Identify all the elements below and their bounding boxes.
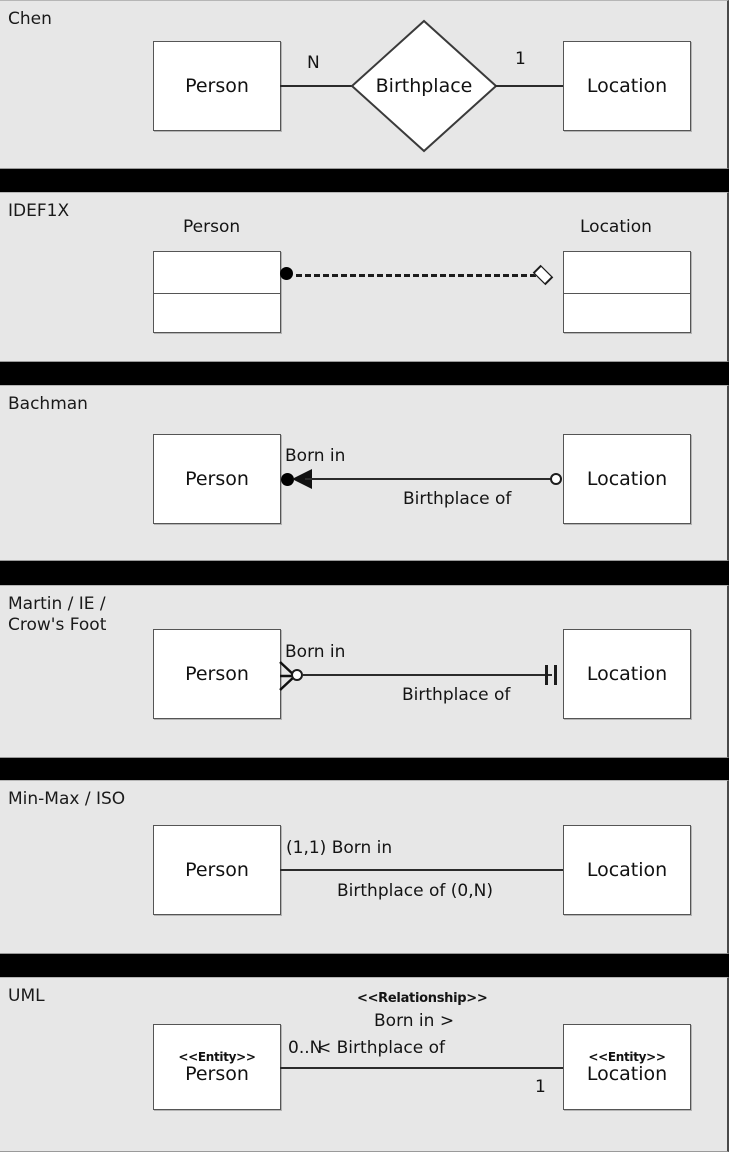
multiplicity-left: 0..N: [288, 1038, 323, 1058]
panel-title-martin: Martin / IE / Crow's Foot: [8, 594, 107, 635]
entity-stereotype-person: <<Entity>>: [178, 1050, 256, 1064]
panel-title-uml: UML: [8, 986, 45, 1006]
bachman-open-circle: [550, 473, 562, 485]
panel-martin-ie-crows-foot: Martin / IE / Crow's Foot Person Born in…: [0, 585, 729, 758]
entity-box-location: [563, 251, 691, 333]
entity-compartment-divider: [564, 293, 690, 294]
role-label-below: Birthplace of: [402, 685, 511, 705]
entity-box-location: Location: [563, 629, 691, 719]
connector-line-left: [280, 85, 352, 87]
connector-line-right: [495, 85, 565, 87]
panel-chen: Chen Person Birthplace N 1 Location: [0, 0, 729, 169]
role-label-above: Born in: [285, 446, 346, 466]
entity-box-person: <<Entity>> Person: [153, 1024, 281, 1110]
er-notation-comparison-sheet: Chen Person Birthplace N 1 Location IDEF…: [0, 0, 729, 1152]
role-label-below: Birthplace of: [403, 489, 512, 509]
multiplicity-right: 1: [535, 1077, 546, 1097]
entity-box-location: <<Entity>> Location: [563, 1024, 691, 1110]
role-label-above: Born in: [285, 642, 346, 662]
idef1x-open-diamond: [532, 264, 554, 286]
entity-box-person: Person: [153, 825, 281, 915]
entity-box-location: Location: [563, 41, 691, 131]
panel-min-max-iso: Min-Max / ISO Person (1,1) Born in Birth…: [0, 780, 729, 954]
cardinality-right: 1: [515, 49, 526, 69]
entity-label-person: Person: [185, 663, 249, 685]
entity-box-person: Person: [153, 41, 281, 131]
panel-uml: UML <<Entity>> Person <<Relationship>> B…: [0, 977, 729, 1152]
martin-tick-one-left: [545, 665, 548, 685]
panel-title-bachman: Bachman: [8, 394, 88, 414]
entity-label-location: Location: [586, 663, 668, 685]
cardinality-left: N: [307, 53, 320, 73]
role-label-above: Born in >: [374, 1011, 455, 1031]
panel-idef1x: IDEF1X Person Location: [0, 192, 729, 362]
uml-association-line: [280, 1067, 564, 1069]
entity-label-person: Person: [185, 468, 249, 490]
bachman-relationship-line: [305, 478, 553, 480]
panel-title-minmax: Min-Max / ISO: [8, 789, 126, 809]
relationship-diamond: Birthplace: [350, 19, 498, 153]
role-label-below: < Birthplace of: [317, 1038, 445, 1058]
entity-label-location: Location: [586, 75, 668, 97]
idef1x-filled-dot: [280, 267, 293, 280]
relationship-stereotype: <<Relationship>>: [357, 991, 488, 1006]
entity-label-location: Location: [586, 859, 668, 881]
martin-tick-one-right: [554, 665, 557, 685]
entity-caption-location: Location: [580, 217, 652, 237]
relationship-label: Birthplace: [375, 75, 473, 97]
panel-title-chen: Chen: [8, 9, 52, 29]
entity-label-person: Person: [185, 1063, 249, 1085]
panel-title-idef1x: IDEF1X: [8, 201, 70, 221]
entity-box-person: Person: [153, 629, 281, 719]
entity-box-person: [153, 251, 281, 333]
idef1x-dashed-relationship-line: [296, 274, 536, 277]
minmax-relationship-line: [280, 869, 564, 871]
entity-box-location: Location: [563, 434, 691, 524]
entity-box-person: Person: [153, 434, 281, 524]
martin-relationship-line: [302, 674, 552, 676]
entity-label-location: Location: [586, 1063, 668, 1085]
entity-box-location: Location: [563, 825, 691, 915]
role-label-above: (1,1) Born in: [286, 838, 393, 858]
entity-compartment-divider: [154, 293, 280, 294]
panel-bachman: Bachman Person Born in Birthplace of Loc…: [0, 385, 729, 561]
role-label-below: Birthplace of (0,N): [337, 881, 493, 901]
entity-label-person: Person: [185, 859, 249, 881]
entity-label-location: Location: [586, 468, 668, 490]
entity-caption-person: Person: [183, 217, 241, 237]
entity-stereotype-location: <<Entity>>: [588, 1050, 666, 1064]
entity-label-person: Person: [185, 75, 249, 97]
